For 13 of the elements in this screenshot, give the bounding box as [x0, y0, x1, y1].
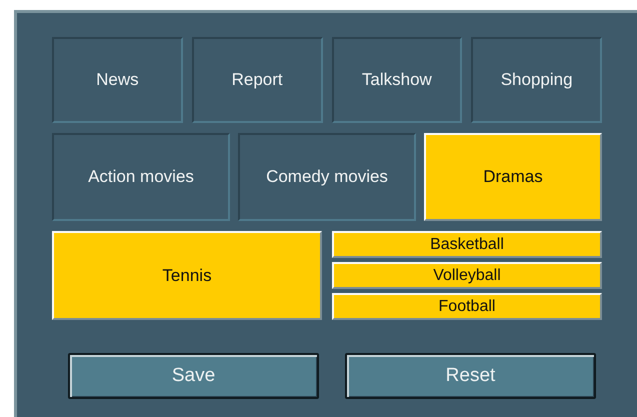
category-tile[interactable]: News [52, 37, 183, 123]
category-tile[interactable]: Dramas [424, 133, 602, 221]
category-tile[interactable]: Football [332, 293, 602, 320]
category-tile[interactable]: Tennis [52, 231, 322, 320]
category-tile[interactable]: Basketball [332, 231, 602, 258]
category-tile[interactable]: Talkshow [332, 37, 462, 123]
category-tile[interactable]: Shopping [471, 37, 602, 123]
category-tile[interactable]: Volleyball [332, 262, 602, 289]
action-button[interactable]: Reset [345, 353, 596, 399]
category-tile[interactable]: Report [192, 37, 322, 123]
action-button[interactable]: Save [68, 353, 319, 399]
category-tile[interactable]: Action movies [52, 133, 230, 221]
category-tile[interactable]: Comedy movies [238, 133, 416, 221]
